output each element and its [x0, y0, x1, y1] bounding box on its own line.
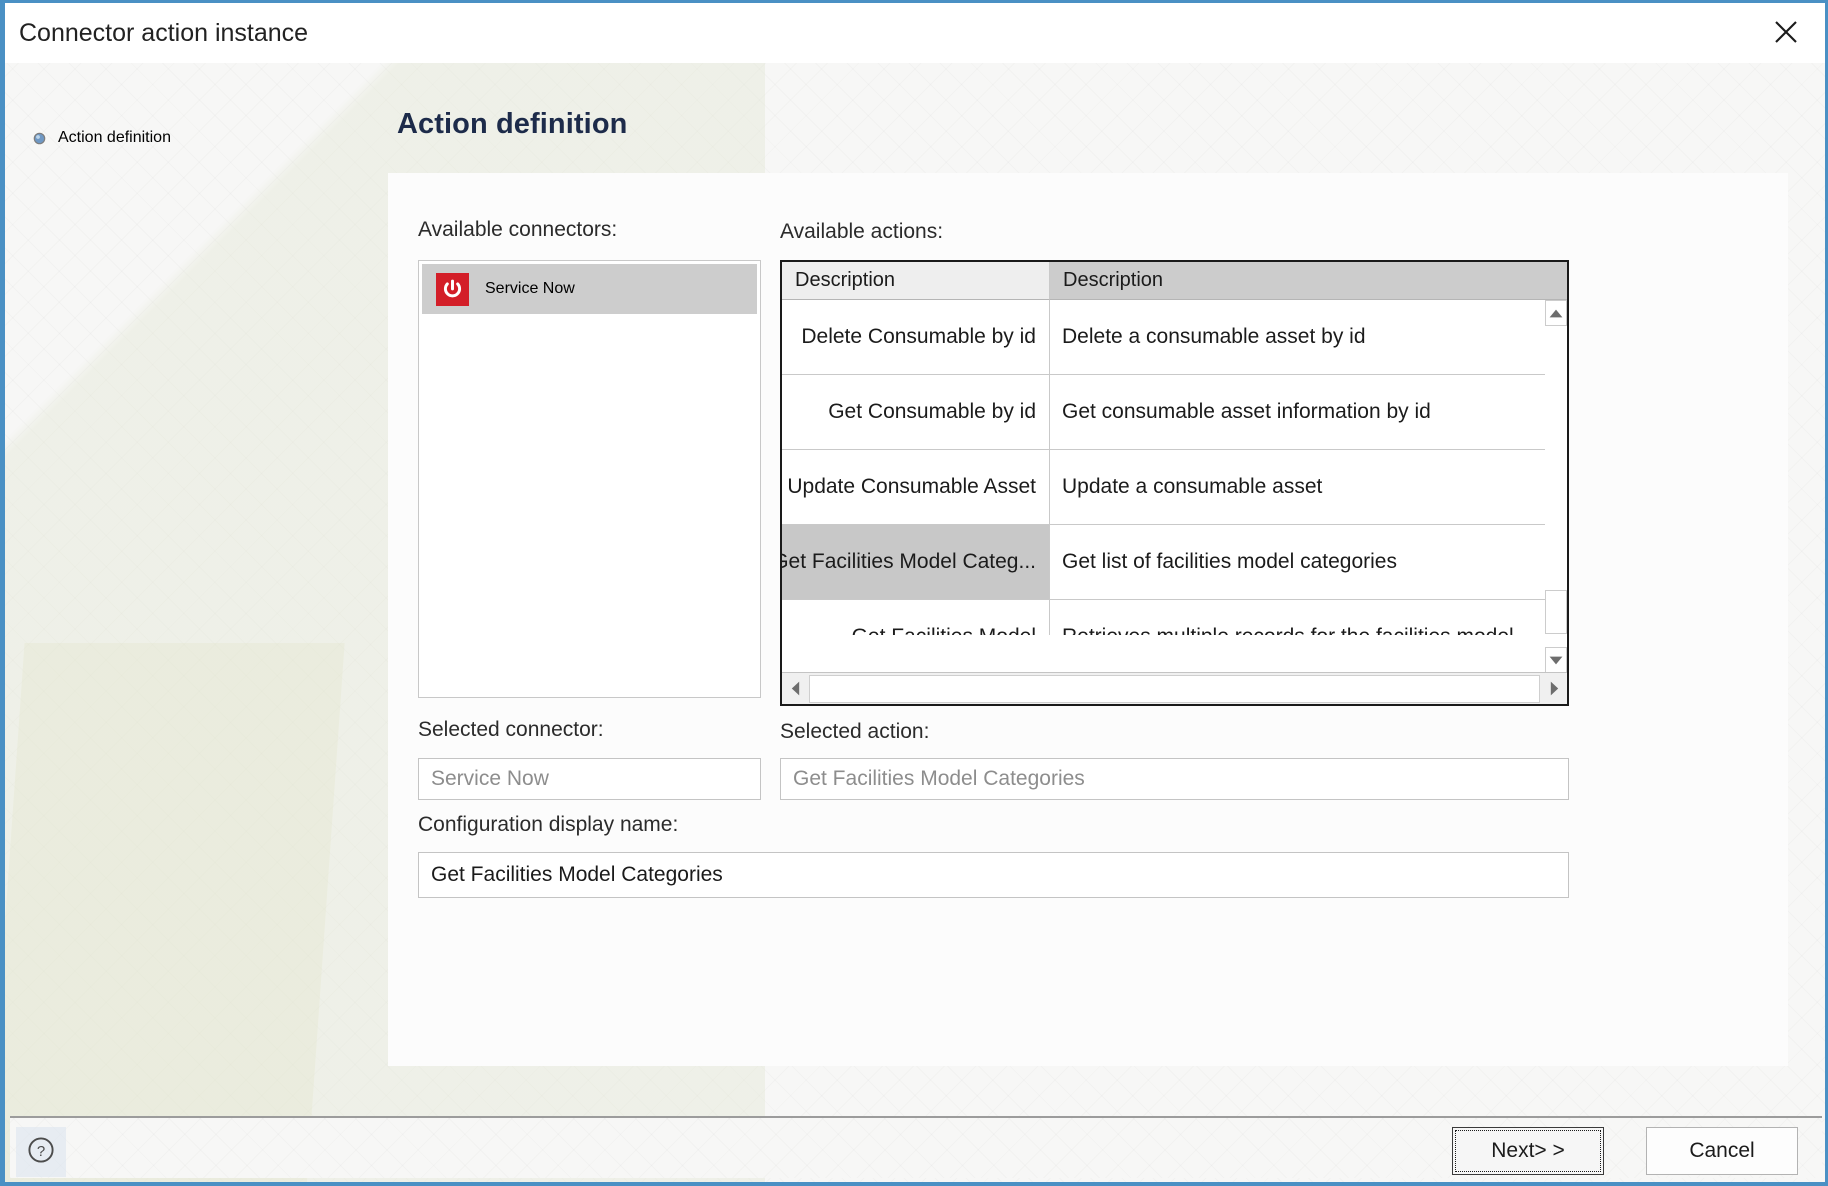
vertical-scrollbar[interactable]: [1545, 300, 1567, 673]
horizontal-scroll-thumb[interactable]: [809, 674, 1540, 703]
cancel-button[interactable]: Cancel: [1646, 1127, 1798, 1175]
page-title: Action definition: [397, 108, 628, 140]
action-name-cell: Delete Consumable by id: [782, 300, 1050, 374]
action-description-cell: Get consumable asset information by id: [1062, 400, 1431, 423]
selected-action-label: Selected action:: [780, 720, 930, 743]
table-row[interactable]: Get Consumable by id Get consumable asse…: [782, 375, 1547, 450]
table-row-selected[interactable]: Get Facilities Model Categ... Get list o…: [782, 525, 1547, 600]
table-row[interactable]: Get Facilities Model Retrieves multiple …: [782, 600, 1547, 635]
action-description-cell: Get list of facilities model categories: [1062, 550, 1397, 573]
table-row[interactable]: Delete Consumable by id Delete a consuma…: [782, 300, 1547, 375]
available-connectors-label: Available connectors:: [418, 218, 618, 241]
horizontal-scrollbar[interactable]: [782, 672, 1567, 704]
svg-text:?: ?: [37, 1143, 45, 1160]
table-body: Delete Consumable by id Delete a consuma…: [782, 300, 1547, 635]
cancel-button-label: Cancel: [1689, 1139, 1755, 1162]
sidebar-item-action-definition[interactable]: Action definition: [32, 129, 171, 147]
connector-list-item-service-now[interactable]: Service Now: [422, 264, 757, 314]
action-description-cell: Delete a consumable asset by id: [1062, 325, 1366, 348]
column-header-description[interactable]: Description: [1050, 262, 1545, 300]
close-icon: [1771, 17, 1801, 47]
table-header-corner: [1545, 262, 1567, 300]
footer-bar: ? Next> > Cancel: [10, 1118, 1822, 1178]
scroll-right-arrow-icon[interactable]: [1541, 673, 1567, 704]
table-row[interactable]: Update Consumable Asset Update a consuma…: [782, 450, 1547, 525]
title-bar: Connector action instance: [5, 3, 1825, 63]
action-name-cell: Get Facilities Model: [782, 600, 1050, 635]
scroll-down-arrow-icon[interactable]: [1545, 647, 1567, 673]
help-circle-icon: ?: [26, 1135, 56, 1170]
window-title: Connector action instance: [19, 19, 309, 47]
available-actions-table[interactable]: Description Description Delete Consumabl…: [780, 260, 1569, 706]
wizard-step-sidebar: Action definition: [10, 63, 380, 1052]
selected-connector-label: Selected connector:: [418, 718, 604, 741]
content-panel: Available connectors: Service Now Availa…: [388, 173, 1788, 1066]
column-header-name[interactable]: Description: [782, 262, 1050, 300]
available-actions-label: Available actions:: [780, 220, 944, 243]
action-description-cell: Update a consumable asset: [1062, 475, 1323, 498]
action-name-cell: Get Consumable by id: [782, 375, 1050, 449]
power-icon: [436, 272, 469, 306]
configuration-display-name-label: Configuration display name:: [418, 813, 679, 836]
selected-connector-field: Service Now: [418, 758, 761, 800]
next-button-label: Next> >: [1491, 1139, 1565, 1162]
action-name-cell: Update Consumable Asset: [782, 450, 1050, 524]
bullet-diamond-icon: [32, 131, 47, 146]
selected-action-field: Get Facilities Model Categories: [780, 758, 1569, 800]
configuration-display-name-input[interactable]: Get Facilities Model Categories: [418, 852, 1569, 898]
scroll-left-arrow-icon[interactable]: [782, 673, 808, 704]
connector-item-label: Service Now: [485, 280, 575, 297]
next-button[interactable]: Next> >: [1452, 1127, 1604, 1175]
table-header-row: Description Description: [782, 262, 1567, 300]
sidebar-item-label: Action definition: [58, 129, 171, 146]
action-description-cell: Retrieves multiple records for the facil…: [1050, 600, 1547, 635]
vertical-scroll-thumb[interactable]: [1545, 590, 1567, 634]
available-connectors-list[interactable]: Service Now: [418, 260, 761, 698]
dialog-window: Connector action instance Action definit…: [0, 0, 1828, 1186]
help-button[interactable]: ?: [16, 1127, 66, 1177]
close-button[interactable]: [1755, 3, 1817, 61]
scroll-up-arrow-icon[interactable]: [1545, 300, 1567, 326]
action-name-cell: Get Facilities Model Categ...: [782, 525, 1050, 599]
